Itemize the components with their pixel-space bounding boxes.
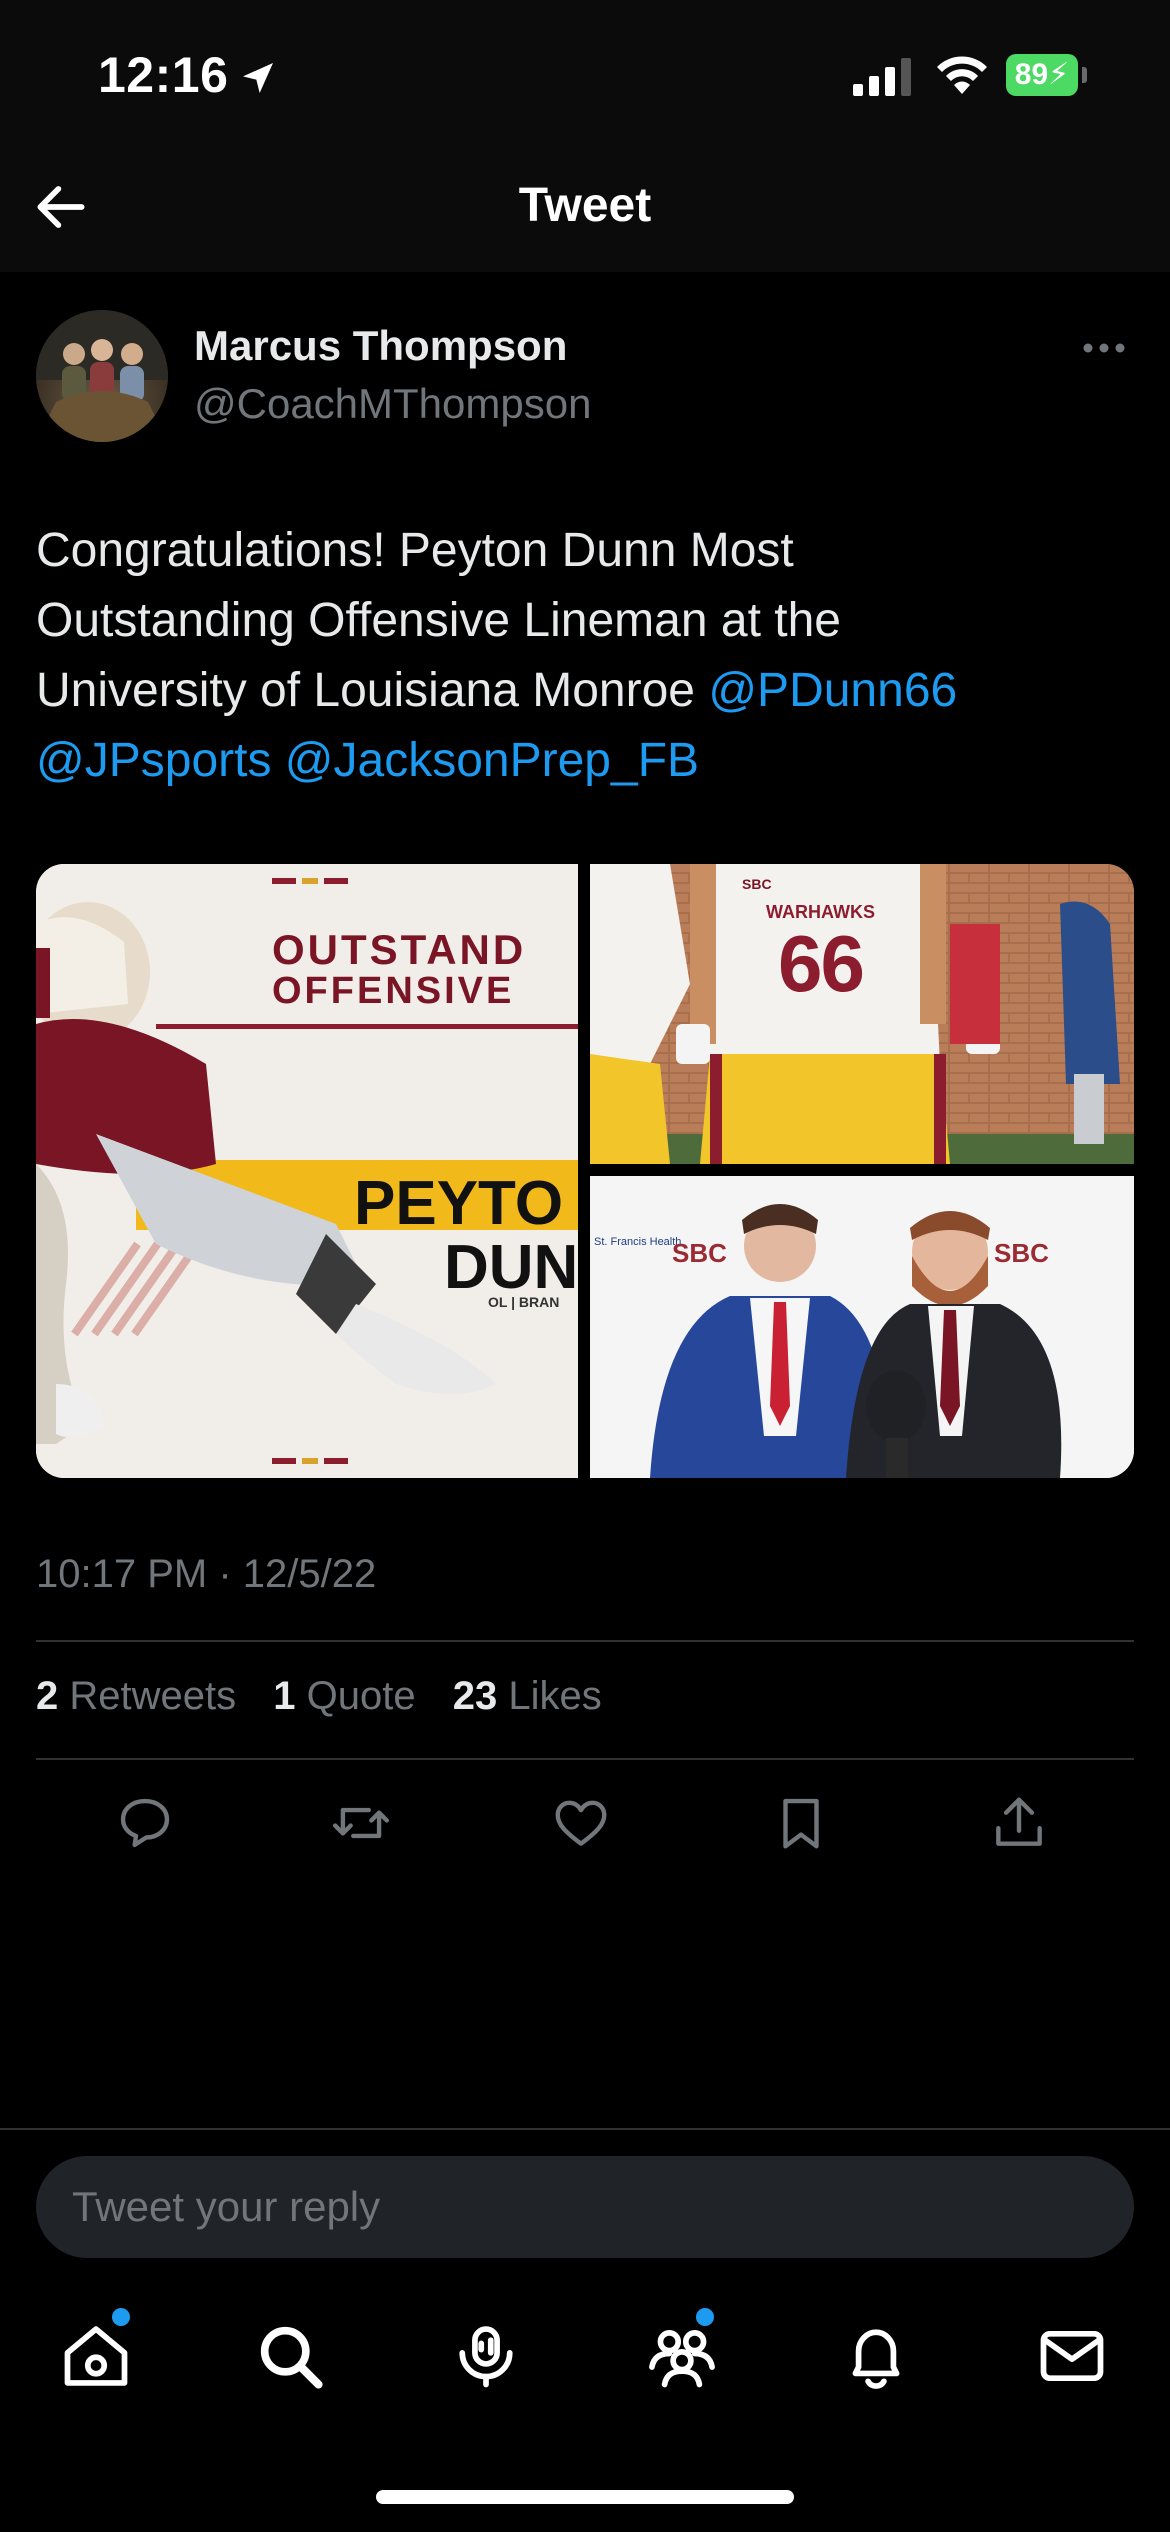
status-bar: 12:16 89⚡ <box>0 0 1170 150</box>
tweet-stats: 2 Retweets 1 Quote 23 Likes <box>36 1674 628 1719</box>
graphic-headline: OUTSTAND <box>272 926 527 973</box>
search-tab-icon[interactable] <box>252 2318 328 2394</box>
messages-tab-icon[interactable] <box>1034 2318 1110 2394</box>
retweets-count: 2 <box>36 1674 59 1718</box>
location-arrow-icon <box>243 63 273 93</box>
media-image-game-photo[interactable]: SBC WARHAWKS 66 <box>590 864 1134 1164</box>
home-tab-icon[interactable] <box>58 2318 134 2394</box>
spaces-tab-icon[interactable] <box>448 2318 524 2394</box>
tweet-text-line: Outstanding Offensive Lineman at the <box>36 594 841 647</box>
tweet-text-line: @JPsports @JacksonPrep_FB <box>36 726 1136 796</box>
retweets-label: Retweets <box>69 1674 237 1718</box>
tweet-text-line: Congratulations! Peyton Dunn Most <box>36 524 794 577</box>
bookmark-icon[interactable] <box>770 1792 832 1854</box>
avatar-photo <box>36 310 168 442</box>
backdrop-logo: SBC <box>994 1238 1049 1268</box>
graphic-headline: OFFENSIVE <box>272 970 515 1012</box>
tweet-text-line: University of Louisiana Monroe @PDunn66 <box>36 656 1136 726</box>
jersey-patch: SBC <box>742 876 772 892</box>
battery-cap <box>1082 67 1087 83</box>
battery-level: 89⚡ <box>1006 54 1078 96</box>
battery-indicator: 89⚡ <box>1006 54 1087 96</box>
tweet-media-grid: OUTSTAND OFFENSIVE PEYTO DUN OL | BRAN S… <box>36 864 1134 1478</box>
mention-link-pdunn66[interactable]: @PDunn66 <box>708 664 957 717</box>
quotes-stat[interactable]: 1 Quote <box>273 1674 415 1718</box>
share-icon[interactable] <box>988 1792 1050 1854</box>
media-image-award-photo[interactable]: St. Francis Health SBC SBC <box>590 1176 1134 1478</box>
home-indicator <box>376 2490 794 2504</box>
mention-link-jpsports[interactable]: @JPsports <box>36 734 271 787</box>
likes-count: 23 <box>452 1674 498 1718</box>
like-heart-icon[interactable] <box>550 1792 612 1854</box>
author-avatar[interactable] <box>36 310 168 442</box>
reply-icon[interactable] <box>114 1792 176 1854</box>
divider <box>36 1640 1134 1642</box>
mention-link-jacksonprep-fb[interactable]: @JacksonPrep_FB <box>285 734 699 787</box>
graphic-player-name: DUN <box>444 1233 578 1302</box>
backdrop-logo: SBC <box>672 1238 727 1268</box>
author-name[interactable]: Marcus Thompson <box>194 322 567 370</box>
author-handle[interactable]: @CoachMThompson <box>194 380 591 428</box>
reply-input[interactable] <box>72 2156 1072 2258</box>
likes-label: Likes <box>508 1674 602 1718</box>
tweet-text-segment: University of Louisiana Monroe <box>36 664 709 717</box>
media-image-award-graphic[interactable]: OUTSTAND OFFENSIVE PEYTO DUN OL | BRAN <box>36 864 578 1478</box>
notifications-tab-icon[interactable] <box>838 2318 914 2394</box>
quotes-label: Quote <box>306 1674 416 1718</box>
graphic-player-name: PEYTO <box>354 1169 564 1238</box>
backdrop-sponsor: St. Francis Health <box>594 1236 682 1248</box>
award-photo <box>590 1176 1134 1478</box>
jersey-number: 66 <box>778 919 865 1008</box>
retweets-stat[interactable]: 2 Retweets <box>36 1674 236 1718</box>
wifi-icon <box>937 56 987 94</box>
quotes-count: 1 <box>273 1674 296 1718</box>
reply-divider <box>0 2128 1170 2130</box>
cellular-signal-icon <box>853 58 911 96</box>
communities-tab-icon[interactable] <box>644 2318 720 2394</box>
tweet-timestamp[interactable]: 10:17 PM · 12/5/22 <box>36 1552 376 1597</box>
home-notification-dot <box>112 2308 130 2326</box>
communities-notification-dot <box>696 2308 714 2326</box>
retweet-icon[interactable] <box>330 1792 392 1854</box>
divider <box>36 1758 1134 1760</box>
likes-stat[interactable]: 23 Likes <box>453 1674 602 1718</box>
tweet-text: Congratulations! Peyton Dunn Most Outsta… <box>36 516 1136 796</box>
graphic-subtitle: OL | BRAN <box>488 1294 560 1310</box>
reply-composer[interactable] <box>36 2156 1134 2258</box>
page-title: Tweet <box>518 179 652 232</box>
more-options-icon[interactable] <box>1080 336 1128 360</box>
status-time: 12:16 <box>98 47 229 103</box>
